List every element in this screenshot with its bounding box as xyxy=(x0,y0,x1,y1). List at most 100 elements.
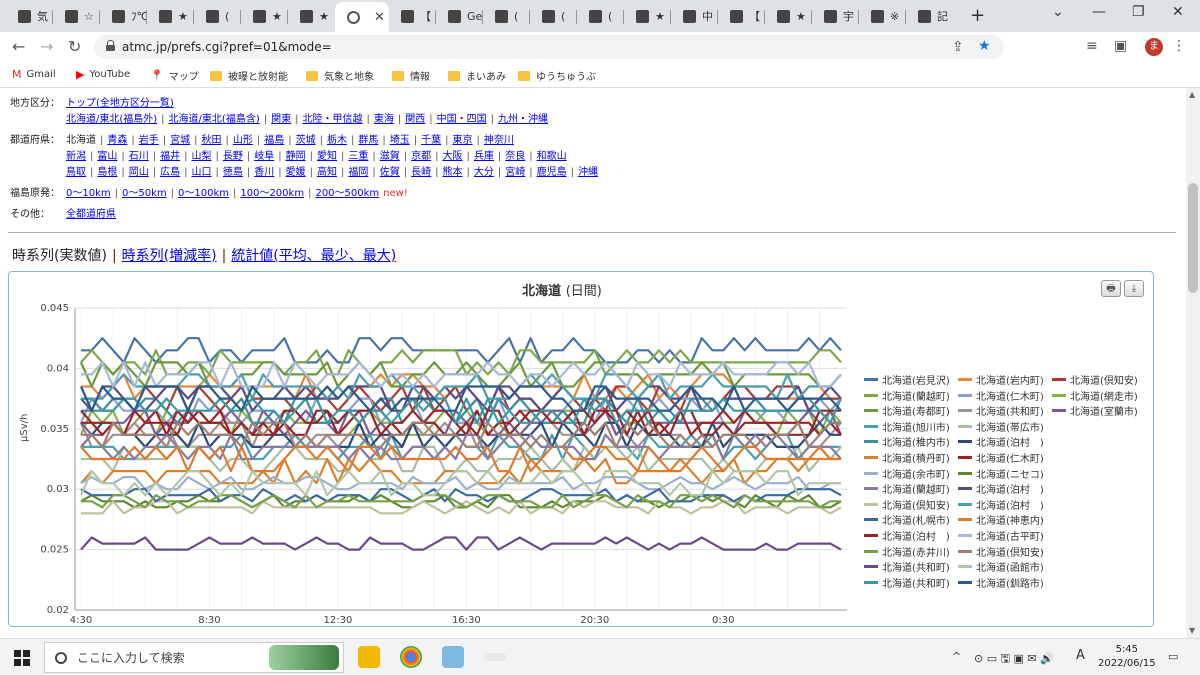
browser-tab[interactable]: ★ xyxy=(624,4,671,28)
fukushima-distance-link[interactable]: 200〜500km xyxy=(315,188,379,199)
prefecture-link[interactable]: 大阪 xyxy=(443,151,463,162)
legend-item[interactable]: 北海道(泊村 ) xyxy=(958,497,1044,512)
new-tab-button[interactable]: + xyxy=(970,5,985,26)
browser-tab[interactable]: ( xyxy=(530,4,577,28)
prefecture-link[interactable]: 埼玉 xyxy=(390,135,410,146)
prefecture-link[interactable]: 滋賀 xyxy=(380,151,400,162)
prefecture-link[interactable]: 三重 xyxy=(348,151,368,162)
browser-tab[interactable]: 中 xyxy=(671,4,718,28)
prefecture-link[interactable]: 東京 xyxy=(453,135,473,146)
prefecture-link[interactable]: 愛知 xyxy=(317,151,337,162)
legend-item[interactable]: 北海道(倶知安) xyxy=(958,544,1044,559)
prefecture-link[interactable]: 和歌山 xyxy=(537,151,567,162)
legend-item[interactable]: 北海道(泊村 ) xyxy=(864,528,950,543)
browser-tab[interactable]: ✕ xyxy=(335,2,389,32)
legend-item[interactable]: 北海道(帯広市) xyxy=(958,419,1044,434)
legend-item[interactable]: 北海道(共和町) xyxy=(958,403,1044,418)
prefecture-link[interactable]: 奈良 xyxy=(505,151,525,162)
prefecture-link[interactable]: 福島 xyxy=(264,135,284,146)
bookmark-item[interactable]: ▶ YouTube xyxy=(76,68,130,81)
side-panel-icon[interactable]: ▣ xyxy=(1114,38,1127,54)
legend-item[interactable]: 北海道(仁木町) xyxy=(958,450,1044,465)
view-tab-change-rate[interactable]: 時系列(増減率) xyxy=(122,248,217,264)
bookmark-item[interactable]: 被曝と放射能 xyxy=(210,68,288,83)
minimize-button[interactable]: — xyxy=(1092,4,1106,20)
all-prefectures-link[interactable]: 全都道府県 xyxy=(66,209,116,220)
browser-tab[interactable]: ★ xyxy=(288,4,335,28)
legend-item[interactable]: 北海道(共和町) xyxy=(864,559,950,574)
legend-item[interactable]: 北海道(倶知安) xyxy=(1052,372,1138,387)
legend-item[interactable]: 北海道(稚内市) xyxy=(864,434,950,449)
browser-tab[interactable]: ★ xyxy=(147,4,194,28)
legend-item[interactable]: 北海道(神恵内) xyxy=(958,512,1044,527)
legend-item[interactable]: 北海道(古平町) xyxy=(958,528,1044,543)
browser-tab[interactable]: ★ xyxy=(765,4,812,28)
region-link[interactable]: 関東 xyxy=(271,114,291,125)
browser-tab[interactable]: ( xyxy=(483,4,530,28)
prefecture-link[interactable]: 石川 xyxy=(129,151,149,162)
prefecture-link[interactable]: 神奈川 xyxy=(484,135,514,146)
prefecture-link[interactable]: 香川 xyxy=(254,167,274,178)
region-link[interactable]: 九州・沖縄 xyxy=(498,114,548,125)
legend-item[interactable]: 北海道(岩内町) xyxy=(958,372,1044,387)
prefecture-link[interactable]: 富山 xyxy=(97,151,117,162)
browser-tab[interactable]: 【 xyxy=(718,4,765,28)
prefecture-link[interactable]: 岐阜 xyxy=(254,151,274,162)
browser-tab[interactable]: ( xyxy=(577,4,624,28)
legend-item[interactable]: 北海道(網走市) xyxy=(1052,388,1138,403)
prefecture-link[interactable]: 沖縄 xyxy=(578,167,598,178)
region-link[interactable]: 中国・四国 xyxy=(437,114,487,125)
close-window-button[interactable]: ✕ xyxy=(1172,4,1184,20)
windows-start-icon[interactable] xyxy=(14,650,30,666)
browser-tab[interactable]: Ge xyxy=(436,4,483,28)
print-button[interactable]: 🖶 xyxy=(1101,280,1121,297)
prefecture-link[interactable]: 岩手 xyxy=(139,135,159,146)
prefecture-link[interactable]: 佐賀 xyxy=(380,167,400,178)
tab-close-icon[interactable]: ✕ xyxy=(374,10,385,25)
scrollbar-thumb[interactable] xyxy=(1188,183,1198,293)
legend-item[interactable]: 北海道(仁木町) xyxy=(958,388,1044,403)
fukushima-distance-link[interactable]: 100〜200km xyxy=(240,188,304,199)
browser-tab[interactable]: ※ xyxy=(859,4,906,28)
prefecture-link[interactable]: 兵庫 xyxy=(474,151,494,162)
page-scrollbar[interactable]: ▲ ▼ xyxy=(1186,88,1200,638)
prefecture-link[interactable]: 茨城 xyxy=(296,135,316,146)
browser-tab[interactable]: 記 xyxy=(906,4,953,28)
prefecture-link[interactable]: 熊本 xyxy=(443,167,463,178)
legend-item[interactable]: 北海道(室蘭市) xyxy=(1052,403,1138,418)
fukushima-distance-link[interactable]: 0〜10km xyxy=(66,188,111,199)
back-arrow-icon[interactable]: ← xyxy=(12,37,25,56)
legend-item[interactable]: 北海道(共和町) xyxy=(864,575,950,590)
prefecture-link[interactable]: 徳島 xyxy=(223,167,243,178)
region-link[interactable]: 北海道/東北(福島含) xyxy=(169,114,260,125)
browser-tab[interactable]: ﾌ℃ xyxy=(100,4,147,28)
legend-item[interactable]: 北海道(ニセコ) xyxy=(958,466,1044,481)
download-button[interactable]: ⤓ xyxy=(1124,280,1144,297)
prefecture-link[interactable]: 鳥取 xyxy=(66,167,86,178)
prefecture-link[interactable]: 山梨 xyxy=(192,151,212,162)
bookmark-item[interactable]: 📍 マップ xyxy=(150,68,199,83)
share-icon[interactable]: ⇪ xyxy=(952,39,964,55)
fukushima-distance-link[interactable]: 0〜50km xyxy=(122,188,167,199)
profile-avatar[interactable]: ま xyxy=(1145,38,1163,56)
prefecture-link[interactable]: 宮崎 xyxy=(505,167,525,178)
browser-tab[interactable]: 【 xyxy=(389,4,436,28)
prefecture-link[interactable]: 長崎 xyxy=(411,167,431,178)
browser-tab[interactable]: 宇 xyxy=(812,4,859,28)
prefecture-link[interactable]: 愛媛 xyxy=(286,167,306,178)
legend-item[interactable]: 北海道(札幌市) xyxy=(864,512,950,527)
tray-icons[interactable]: ⊙ ▭ 🖫 ▣ ✉ 🔊 xyxy=(974,650,1054,669)
prefecture-link[interactable]: 青森 xyxy=(107,135,127,146)
reading-list-icon[interactable]: ≡ xyxy=(1086,38,1098,54)
bookmark-item[interactable]: M Gmail xyxy=(12,68,56,81)
view-tab-statistics[interactable]: 統計値(平均、最少、最大) xyxy=(231,248,396,264)
browser-tab[interactable]: 気 xyxy=(6,4,53,28)
app-icon-2[interactable] xyxy=(484,653,506,661)
legend-item[interactable]: 北海道(蘭越町) xyxy=(864,388,950,403)
region-top-link[interactable]: トップ(全地方区分一覧) xyxy=(66,98,174,109)
legend-item[interactable]: 北海道(旭川市) xyxy=(864,419,950,434)
ime-indicator[interactable]: A xyxy=(1076,648,1085,663)
region-link[interactable]: 東海 xyxy=(374,114,394,125)
prefecture-link[interactable]: 千葉 xyxy=(421,135,441,146)
bookmark-item[interactable]: ゆうちゅうぶ xyxy=(518,68,596,83)
